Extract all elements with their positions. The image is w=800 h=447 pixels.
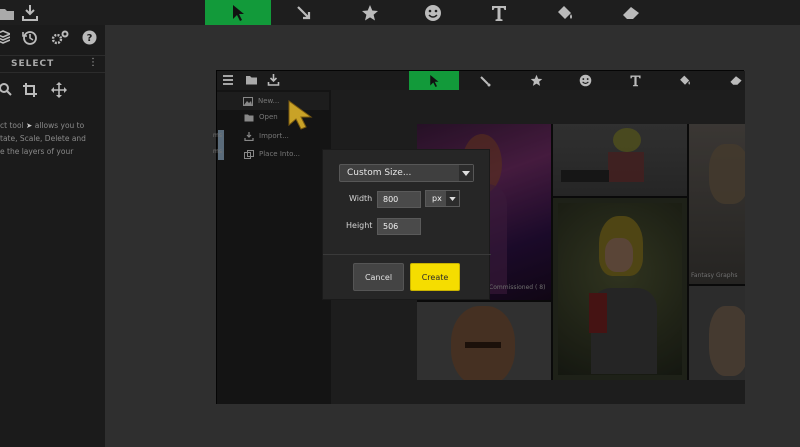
height-input[interactable]: 506	[377, 218, 421, 235]
width-label: Width	[349, 194, 373, 203]
menu-open-label: Open	[259, 113, 278, 121]
menu-new-label: New...	[258, 97, 280, 105]
layers-icon[interactable]	[0, 30, 10, 44]
menu-open: Open	[243, 109, 278, 125]
tool-options-panel: ? SELECT ⋮ ct tool ➤ allows you to tate,…	[0, 25, 105, 447]
inner-fill-tool	[660, 71, 710, 90]
import-icon	[243, 131, 254, 141]
text-icon	[492, 5, 506, 21]
folder-icon[interactable]	[0, 3, 14, 22]
inner-eraser-tool	[711, 71, 761, 90]
inner-star-tool	[511, 71, 561, 90]
inner-folder-icon	[245, 74, 258, 86]
help-line-2: allows you to	[34, 121, 85, 130]
inner-text-tool	[610, 71, 660, 90]
text-tool[interactable]	[466, 0, 532, 25]
inner-download-icon	[267, 73, 280, 87]
inner-sidebar: ms ms New... Open Import... Place Into..…	[213, 90, 331, 404]
unit-select[interactable]: px	[425, 190, 460, 207]
help-line-3: tate, Scale, Delete and	[0, 134, 86, 143]
more-options-icon[interactable]: ⋮	[88, 57, 98, 68]
help-line-1: ct tool	[0, 121, 24, 130]
inner-toolbar	[217, 71, 745, 90]
cursor-icon: ➤	[26, 121, 33, 130]
menu-new: New...	[242, 93, 279, 109]
zoom-icon[interactable]	[0, 83, 12, 97]
settings-icon[interactable]	[51, 30, 69, 46]
star-icon	[362, 4, 378, 20]
inner-star-icon	[530, 74, 542, 86]
unit-value: px	[432, 194, 442, 203]
unit-chevron-icon	[446, 191, 459, 206]
svg-text:?: ?	[87, 33, 93, 44]
width-input[interactable]: 800	[377, 191, 421, 208]
menu-import: Import...	[243, 128, 289, 144]
star-tool[interactable]	[337, 0, 403, 25]
create-button[interactable]: Create	[410, 263, 460, 291]
sticker-tool[interactable]	[400, 0, 466, 25]
help-line-4: e the layers of your	[0, 147, 74, 156]
arrow-down-right-icon	[297, 5, 311, 19]
inner-menu-icon	[222, 74, 234, 86]
help-icon[interactable]: ?	[82, 30, 97, 45]
menu-place-label: Place Into...	[259, 150, 300, 158]
paint-bucket-icon	[558, 5, 572, 19]
download-icon[interactable]	[20, 3, 40, 22]
select-header: SELECT ⋮	[0, 55, 105, 73]
place-icon	[243, 149, 254, 159]
history-icon[interactable]	[22, 30, 38, 46]
select-heading: SELECT	[11, 59, 55, 69]
move-icon[interactable]	[51, 82, 67, 98]
cancel-button[interactable]: Cancel	[353, 263, 404, 291]
inner-sticker-tool	[560, 71, 610, 90]
inner-pointer-icon	[430, 74, 439, 87]
new-document-dialog: Custom Size... Width 800 px Height 506 C…	[322, 149, 491, 300]
size-preset-value: Custom Size...	[347, 168, 412, 178]
dialog-divider	[323, 254, 491, 255]
inner-eraser-icon	[730, 76, 742, 85]
select-tool[interactable]	[205, 0, 271, 25]
cursor-arrow-icon	[287, 99, 317, 131]
height-label: Height	[346, 221, 373, 230]
folder-open-icon	[243, 112, 254, 122]
inner-brush-icon	[480, 75, 491, 86]
smiley-icon	[425, 4, 441, 21]
eraser-tool[interactable]	[598, 0, 664, 25]
eraser-icon	[623, 6, 639, 19]
inner-text-icon	[629, 75, 641, 87]
inner-brush-tool	[460, 71, 510, 90]
size-preset-select[interactable]: Custom Size...	[339, 164, 474, 182]
brush-tool[interactable]	[271, 0, 337, 25]
menu-place: Place Into...	[243, 146, 300, 162]
chevron-down-icon	[459, 165, 473, 181]
menu-import-label: Import...	[259, 132, 289, 140]
crop-icon[interactable]	[22, 82, 38, 98]
main-toolbar	[0, 0, 800, 25]
fill-tool[interactable]	[532, 0, 598, 25]
inner-smiley-icon	[579, 74, 591, 87]
image-icon	[242, 96, 253, 106]
select-tool-help: ct tool ➤ allows you to tate, Scale, Del…	[0, 119, 105, 158]
inner-paint-bucket-icon	[680, 75, 690, 85]
side-label-2: ms	[213, 148, 222, 155]
pointer-icon	[233, 4, 244, 21]
inner-select-tool	[409, 71, 459, 90]
side-label-1: ms	[213, 132, 222, 139]
